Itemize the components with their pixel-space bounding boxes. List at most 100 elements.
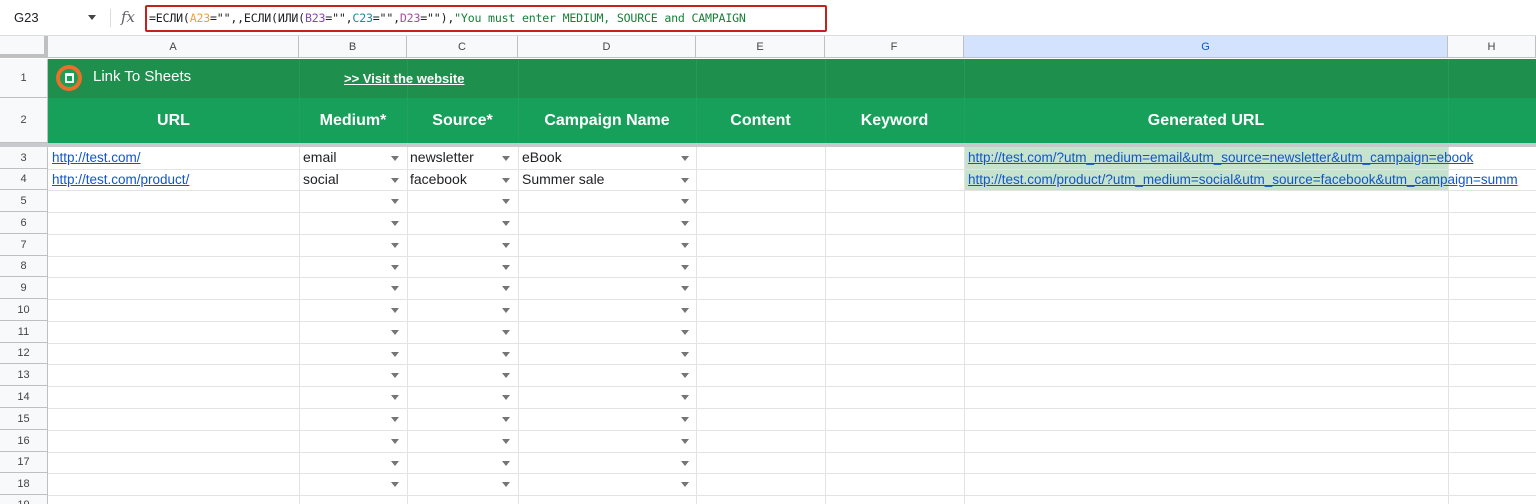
visit-website-link[interactable]: >> Visit the website <box>344 71 464 86</box>
formula-token: ="", <box>325 11 353 25</box>
generated-url-cell[interactable]: http://test.com/?utm_medium=email&utm_so… <box>968 150 1473 165</box>
dropdown-arrow-icon[interactable] <box>502 352 510 357</box>
formula-token: B23 <box>304 11 326 25</box>
dropdown-arrow-icon[interactable] <box>391 482 399 487</box>
column-header-f[interactable]: F <box>825 36 964 58</box>
campaign-cell[interactable]: Summer sale <box>522 171 604 187</box>
row-header-6[interactable]: 6 <box>0 212 48 234</box>
dropdown-arrow-icon[interactable] <box>391 330 399 335</box>
row-header-9[interactable]: 9 <box>0 277 48 299</box>
row-header-5[interactable]: 5 <box>0 190 48 212</box>
header-keyword: Keyword <box>860 111 929 129</box>
row-header-2[interactable]: 2 <box>0 98 48 143</box>
row-header-18[interactable]: 18 <box>0 473 48 495</box>
dropdown-arrow-icon[interactable] <box>502 482 510 487</box>
dropdown-arrow-icon[interactable] <box>681 461 689 466</box>
row-header-13[interactable]: 13 <box>0 364 48 386</box>
dropdown-arrow-icon[interactable] <box>681 265 689 270</box>
dropdown-arrow-icon[interactable] <box>681 156 689 161</box>
dropdown-arrow-icon[interactable] <box>391 243 399 248</box>
dropdown-arrow-icon[interactable] <box>391 439 399 444</box>
dropdown-arrow-icon[interactable] <box>502 243 510 248</box>
dropdown-arrow-icon[interactable] <box>391 461 399 466</box>
dropdown-arrow-icon[interactable] <box>502 461 510 466</box>
dropdown-arrow-icon[interactable] <box>681 199 689 204</box>
dropdown-arrow-icon[interactable] <box>681 373 689 378</box>
dropdown-arrow-icon[interactable] <box>681 178 689 183</box>
row-header-17[interactable]: 17 <box>0 452 48 473</box>
row-header-1[interactable]: 1 <box>0 59 48 98</box>
dropdown-arrow-icon[interactable] <box>681 482 689 487</box>
dropdown-arrow-icon[interactable] <box>391 373 399 378</box>
row-header-15[interactable]: 15 <box>0 408 48 430</box>
formula-bar: G23 fx =ЕСЛИ(A23="",,ЕСЛИ(ИЛИ(B23="",C23… <box>0 0 1536 36</box>
source-cell[interactable]: newsletter <box>410 149 474 165</box>
medium-cell[interactable]: email <box>303 149 336 165</box>
generated-url-cell[interactable]: http://test.com/product/?utm_medium=soci… <box>968 172 1518 187</box>
row-header-16[interactable]: 16 <box>0 430 48 452</box>
formula-input[interactable]: =ЕСЛИ(A23="",,ЕСЛИ(ИЛИ(B23="",C23="",D23… <box>145 5 827 32</box>
row-header-19[interactable]: 19 <box>0 495 48 504</box>
name-box-dropdown-icon[interactable] <box>88 15 96 20</box>
dropdown-arrow-icon[interactable] <box>681 243 689 248</box>
dropdown-arrow-icon[interactable] <box>502 330 510 335</box>
row-header-7[interactable]: 7 <box>0 234 48 256</box>
grid-row-line <box>48 473 1536 474</box>
campaign-cell[interactable]: eBook <box>522 149 562 165</box>
dropdown-arrow-icon[interactable] <box>391 265 399 270</box>
column-header-d[interactable]: D <box>518 36 696 58</box>
brand-title: Link To Sheets <box>93 68 192 85</box>
select-all-corner[interactable] <box>0 36 48 58</box>
dropdown-arrow-icon[interactable] <box>502 417 510 422</box>
dropdown-arrow-icon[interactable] <box>681 439 689 444</box>
dropdown-arrow-icon[interactable] <box>391 352 399 357</box>
row-header-12[interactable]: 12 <box>0 343 48 364</box>
row-header-11[interactable]: 11 <box>0 321 48 343</box>
dropdown-arrow-icon[interactable] <box>502 395 510 400</box>
source-cell[interactable]: facebook <box>410 171 467 187</box>
dropdown-arrow-icon[interactable] <box>681 286 689 291</box>
column-header-c[interactable]: C <box>407 36 518 58</box>
medium-cell[interactable]: social <box>303 171 339 187</box>
column-header-g[interactable]: G <box>964 36 1448 58</box>
grid-row-line <box>48 321 1536 322</box>
grid-row-line <box>48 430 1536 431</box>
dropdown-arrow-icon[interactable] <box>391 178 399 183</box>
dropdown-arrow-icon[interactable] <box>502 199 510 204</box>
grid-column-line <box>825 147 826 504</box>
dropdown-arrow-icon[interactable] <box>681 308 689 313</box>
dropdown-arrow-icon[interactable] <box>502 178 510 183</box>
dropdown-arrow-icon[interactable] <box>391 199 399 204</box>
column-header-e[interactable]: E <box>696 36 825 58</box>
dropdown-arrow-icon[interactable] <box>681 352 689 357</box>
grid-row-line <box>48 452 1536 453</box>
row-header-10[interactable]: 10 <box>0 299 48 321</box>
dropdown-arrow-icon[interactable] <box>391 221 399 226</box>
dropdown-arrow-icon[interactable] <box>391 156 399 161</box>
dropdown-arrow-icon[interactable] <box>681 395 689 400</box>
dropdown-arrow-icon[interactable] <box>502 439 510 444</box>
dropdown-arrow-icon[interactable] <box>502 286 510 291</box>
dropdown-arrow-icon[interactable] <box>502 308 510 313</box>
dropdown-arrow-icon[interactable] <box>502 265 510 270</box>
url-cell[interactable]: http://test.com/product/ <box>52 172 189 187</box>
dropdown-arrow-icon[interactable] <box>391 395 399 400</box>
column-header-h[interactable]: H <box>1448 36 1536 58</box>
column-header-b[interactable]: B <box>299 36 407 58</box>
dropdown-arrow-icon[interactable] <box>502 221 510 226</box>
dropdown-arrow-icon[interactable] <box>681 417 689 422</box>
dropdown-arrow-icon[interactable] <box>391 286 399 291</box>
row-header-4[interactable]: 4 <box>0 169 48 190</box>
grid-row-line <box>48 408 1536 409</box>
dropdown-arrow-icon[interactable] <box>681 221 689 226</box>
dropdown-arrow-icon[interactable] <box>502 373 510 378</box>
dropdown-arrow-icon[interactable] <box>502 156 510 161</box>
row-header-3[interactable]: 3 <box>0 147 48 169</box>
dropdown-arrow-icon[interactable] <box>391 308 399 313</box>
row-header-14[interactable]: 14 <box>0 386 48 408</box>
url-cell[interactable]: http://test.com/ <box>52 150 141 165</box>
dropdown-arrow-icon[interactable] <box>681 330 689 335</box>
column-header-a[interactable]: A <box>48 36 299 58</box>
dropdown-arrow-icon[interactable] <box>391 417 399 422</box>
row-header-8[interactable]: 8 <box>0 256 48 277</box>
